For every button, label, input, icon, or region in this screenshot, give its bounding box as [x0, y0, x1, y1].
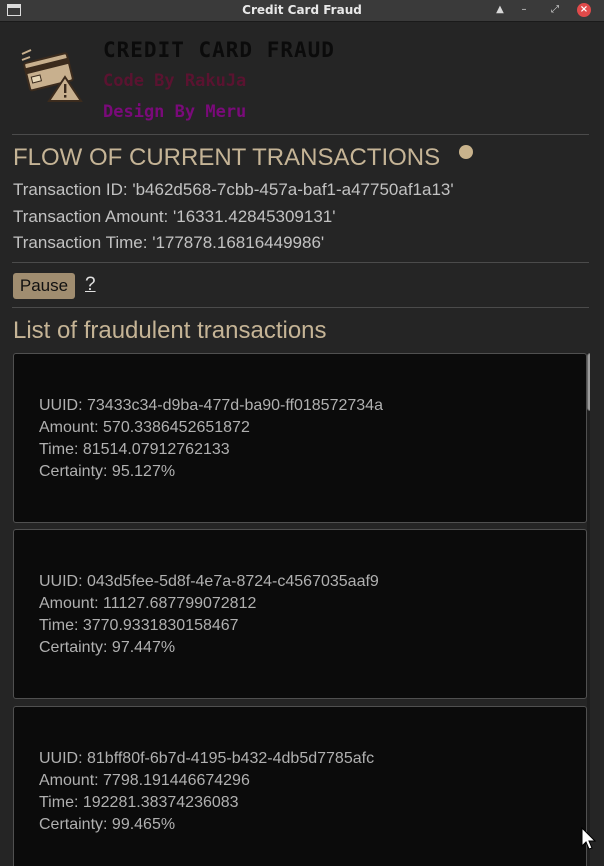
flow-heading: FLOW OF CURRENT TRANSACTIONS: [13, 144, 441, 171]
divider: [12, 307, 589, 308]
credit-card-warning-icon: [21, 49, 83, 102]
code-by-credit: Code By RakuJa: [103, 71, 247, 91]
fraud-uuid: UUID: 043d5fee-5d8f-4e7a-8724-c4567035aa…: [39, 573, 379, 590]
design-by-credit: Design By Meru: [103, 102, 247, 122]
divider: [12, 262, 589, 263]
scrollbar-thumb[interactable]: [587, 353, 590, 411]
fraud-card: UUID: 81bff80f-6b7d-4195-b432-4db5d7785a…: [13, 706, 587, 866]
fraud-list-heading: List of fraudulent transactions: [13, 317, 327, 344]
keep-above-icon[interactable]: ▲: [493, 3, 507, 17]
fraud-uuid: UUID: 81bff80f-6b7d-4195-b432-4db5d7785a…: [39, 750, 375, 767]
fraud-card: UUID: 73433c34-d9ba-477d-ba90-ff01857273…: [13, 353, 587, 523]
fraud-amount: Amount: 11127.687799072812: [39, 595, 257, 612]
transaction-id: Transaction ID: 'b462d568-7cbb-457a-baf1…: [13, 180, 454, 199]
status-dot-icon: [459, 145, 473, 159]
transaction-time: Transaction Time: '177878.16816449986': [13, 233, 325, 252]
fraud-time: Time: 192281.38374236083: [39, 794, 239, 811]
window-titlebar: Credit Card Fraud ▲ – ⤢ ×: [0, 0, 604, 22]
fraud-time: Time: 81514.07912762133: [39, 441, 230, 458]
transaction-amount: Transaction Amount: '16331.42845309131': [13, 207, 336, 226]
app-title: CREDIT CARD FRAUD: [103, 38, 335, 62]
minimize-icon[interactable]: –: [517, 3, 531, 17]
help-link[interactable]: ?: [85, 274, 96, 296]
maximize-icon[interactable]: ⤢: [548, 3, 562, 17]
pause-button[interactable]: Pause: [13, 273, 75, 299]
scrollbar-track[interactable]: [587, 353, 590, 866]
window-title: Credit Card Fraud: [242, 3, 362, 17]
fraud-card: UUID: 043d5fee-5d8f-4e7a-8724-c4567035aa…: [13, 529, 587, 699]
fraud-amount: Amount: 7798.191446674296: [39, 772, 250, 789]
fraud-certainty: Certainty: 99.465%: [39, 816, 176, 833]
fraud-certainty: Certainty: 95.127%: [39, 463, 176, 480]
close-icon[interactable]: ×: [577, 3, 591, 17]
mouse-cursor-icon: [581, 827, 597, 850]
fraud-amount: Amount: 570.3386452651872: [39, 419, 250, 436]
fraud-time: Time: 3770.9331830158467: [39, 617, 239, 634]
fraud-certainty: Certainty: 97.447%: [39, 639, 176, 656]
divider: [12, 134, 589, 135]
fraud-list[interactable]: UUID: 73433c34-d9ba-477d-ba90-ff01857273…: [13, 353, 590, 866]
fraud-uuid: UUID: 73433c34-d9ba-477d-ba90-ff01857273…: [39, 397, 383, 414]
